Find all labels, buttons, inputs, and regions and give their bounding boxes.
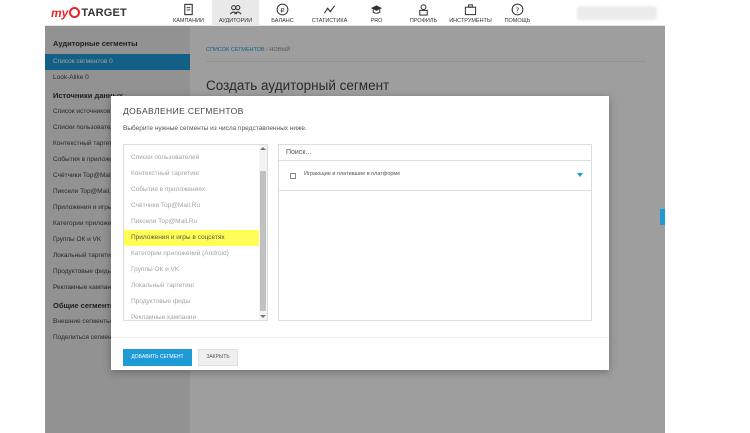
logo-target-text: TARGET [81,7,127,19]
logo-ring-icon [69,6,81,18]
expand-triangle-icon[interactable] [577,173,583,177]
nav-label: КАМПАНИИ [173,18,204,24]
add-segment-button[interactable]: ДОБАВИТЬ СЕГМЕНТ [123,349,192,366]
segment-picker-panel: Поиск... Играющие и платившие в платформ… [278,144,592,321]
users-icon [229,5,242,15]
scroll-down-arrow-icon[interactable] [260,315,266,318]
mytarget-logo[interactable]: my TARGET [51,3,127,23]
nav-label: ИНСТРУМЕНТЫ [449,18,492,24]
list-item[interactable]: События в приложениях [124,182,267,198]
nav-label: ПРОФИЛЬ [409,18,438,24]
dialog-footer: ДОБАВИТЬ СЕГМЕНТ ЗАКРЫТЬ [111,337,609,370]
segment-checkbox[interactable] [290,173,296,179]
add-segments-dialog: ДОБАВЛЕНИЕ СЕГМЕНТОВ Выберите нужные сег… [111,96,609,370]
nav-label: PRO [370,18,383,24]
svg-text:₽: ₽ [280,6,284,14]
list-item[interactable]: Пиксели Top@Mail.Ru [124,214,267,230]
list-item[interactable]: Группы ОК и VK [124,262,267,278]
ruble-icon: ₽ [276,3,289,16]
segment-source-list: Списки пользователей Контекстный таргети… [123,144,268,321]
list-item[interactable]: Продуктовые фиды [124,294,267,310]
tools-icon [464,4,477,16]
top-navigation-bar: my TARGET КАМПАНИИ АУДИТОРИИ ₽ БАЛАНС СТ… [45,0,665,26]
nav-profile[interactable]: ПРОФИЛЬ [400,0,447,26]
main-nav: КАМПАНИИ АУДИТОРИИ ₽ БАЛАНС СТАТИСТИКА P… [165,0,541,26]
nav-label: ПОМОЩЬ [504,18,531,24]
list-item[interactable]: Контекстный таргетинг [124,166,267,182]
dialog-title: ДОБАВЛЕНИЕ СЕГМЕНТОВ [123,106,244,116]
chart-line-icon [323,5,336,14]
list-item-selected[interactable]: Приложения и игры в соцсетях [124,230,267,246]
profile-icon [419,4,428,16]
svg-text:?: ? [516,5,520,14]
nav-tools[interactable]: ИНСТРУМЕНТЫ [447,0,494,26]
background-blue-tab [660,209,665,225]
list-item[interactable]: Категории приложений (Android) [124,246,267,262]
list-item[interactable]: Рекламные кампании [124,310,267,320]
nav-label: СТАТИСТИКА [311,18,348,24]
list-scrollbar[interactable] [259,145,267,320]
list-item[interactable]: Локальный таргетинг [124,278,267,294]
graduation-cap-icon [370,5,383,14]
list-item[interactable]: Счётчики Top@Mail.Ru [124,198,267,214]
dialog-subtitle: Выберите нужные сегменты из числа предст… [123,125,307,132]
blurred-account-info [577,6,657,20]
nav-help[interactable]: ? ПОМОЩЬ [494,0,541,26]
close-button[interactable]: ЗАКРЫТЬ [198,349,238,366]
nav-campaigns[interactable]: КАМПАНИИ [165,0,212,26]
document-icon [184,3,193,16]
search-input[interactable]: Поиск... [279,145,591,161]
nav-pro[interactable]: PRO [353,0,400,26]
segment-row[interactable]: Играющие и платившие в платформе [279,161,591,191]
scroll-up-arrow-icon[interactable] [260,147,266,150]
nav-balance[interactable]: ₽ БАЛАНС [259,0,306,26]
segment-label: Играющие и платившие в платформе [304,171,401,177]
list-item[interactable]: Списки пользователей [124,150,267,166]
logo-my-text: my [51,6,69,20]
nav-label: АУДИТОРИИ [218,18,253,24]
nav-label: БАЛАНС [271,18,294,24]
scrollbar-thumb[interactable] [260,171,266,311]
nav-audiences[interactable]: АУДИТОРИИ [212,0,259,26]
nav-statistics[interactable]: СТАТИСТИКА [306,0,353,26]
help-icon: ? [511,3,524,16]
